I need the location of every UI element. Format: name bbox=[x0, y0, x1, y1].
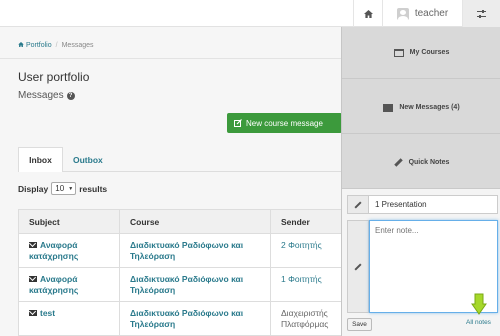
monitor-icon bbox=[393, 48, 404, 57]
top-navbar: teacher bbox=[0, 0, 500, 27]
display-suffix: results bbox=[79, 183, 108, 194]
settings-toggle[interactable] bbox=[462, 0, 500, 27]
panel-my-courses[interactable]: My Courses bbox=[342, 27, 500, 79]
panel-quick-notes[interactable]: Quick Notes bbox=[342, 137, 500, 189]
results-per-page-value: 10 bbox=[55, 184, 65, 193]
breadcrumb-home-label: Portfolio bbox=[25, 42, 52, 49]
tab-inbox[interactable]: Inbox bbox=[18, 147, 63, 172]
caret-down-icon: ▼ bbox=[68, 185, 74, 192]
message-sender[interactable]: 1 Φοιτητής bbox=[270, 267, 342, 302]
note-title-addon bbox=[347, 195, 369, 214]
home-icon bbox=[363, 9, 373, 18]
sliders-icon bbox=[477, 9, 486, 18]
table-row: Αναφορά κατάχρησης Διαδικτυακό Ραδιόφωνο… bbox=[18, 233, 342, 268]
breadcrumb: Portfolio / Messages bbox=[18, 42, 94, 49]
breadcrumb-home[interactable]: Portfolio bbox=[18, 42, 52, 49]
help-icon[interactable]: ? bbox=[66, 91, 75, 100]
panel-quick-notes-label: Quick Notes bbox=[408, 159, 450, 166]
save-note-button[interactable]: Save bbox=[347, 318, 372, 331]
home-button[interactable] bbox=[353, 0, 382, 27]
page-length-control: Display 10 ▼ results bbox=[18, 182, 107, 195]
message-course[interactable]: Διαδικτυακό Ραδιόφωνο και Τηλεόραση bbox=[119, 233, 271, 268]
envelope-icon bbox=[383, 103, 394, 112]
message-subject[interactable]: Αναφορά κατάχρησης bbox=[18, 267, 120, 302]
panel-new-messages[interactable]: New Messages (4) bbox=[342, 82, 500, 134]
column-header-course[interactable]: Course bbox=[119, 209, 271, 234]
results-per-page-select[interactable]: 10 ▼ bbox=[51, 182, 77, 195]
breadcrumb-current: Messages bbox=[61, 42, 94, 49]
edit-icon bbox=[234, 119, 242, 127]
divider bbox=[0, 58, 342, 59]
subtitle-text: Messages bbox=[18, 90, 64, 101]
pencil-icon bbox=[393, 158, 403, 167]
breadcrumb-separator: / bbox=[55, 42, 58, 49]
page-subtitle: Messages ? bbox=[18, 90, 75, 101]
column-header-sender[interactable]: Sender bbox=[270, 209, 342, 234]
note-title-group: 1 Presentation bbox=[347, 195, 498, 214]
display-prefix: Display bbox=[18, 183, 49, 194]
message-sender: Διαχειριστής Πλατφόρμας bbox=[270, 301, 342, 336]
tab-underline bbox=[63, 171, 343, 172]
message-course[interactable]: Διαδικτυακό Ραδιόφωνο και Τηλεόραση bbox=[119, 301, 271, 336]
message-subject[interactable]: test bbox=[18, 301, 120, 336]
page: teacher Portfolio / Messages User portfo… bbox=[0, 0, 500, 336]
avatar bbox=[396, 7, 409, 20]
envelope-icon bbox=[29, 310, 37, 316]
message-sender[interactable]: 2 Φοιτητής bbox=[270, 233, 342, 268]
user-menu[interactable]: teacher bbox=[382, 0, 462, 27]
pencil-icon bbox=[354, 262, 362, 271]
table-row: Αναφορά κατάχρησης Διαδικτυακό Ραδιόφωνο… bbox=[18, 267, 342, 302]
envelope-icon bbox=[29, 242, 37, 248]
messages-table: Subject Course Sender Αναφορά κατάχρησης… bbox=[18, 209, 342, 336]
new-course-message-button[interactable]: New course message bbox=[227, 113, 342, 133]
panel-my-courses-label: My Courses bbox=[409, 49, 450, 56]
envelope-icon bbox=[29, 276, 37, 282]
note-title-input[interactable]: 1 Presentation bbox=[369, 195, 498, 214]
subject-text: test bbox=[40, 308, 56, 318]
new-course-message-label: New course message bbox=[246, 118, 323, 128]
note-body-addon bbox=[347, 220, 369, 313]
page-title: User portfolio bbox=[18, 70, 90, 84]
quick-notes-form: 1 Presentation Save All notes bbox=[342, 189, 500, 336]
column-header-subject[interactable]: Subject bbox=[18, 209, 120, 234]
table-header-row: Subject Course Sender bbox=[18, 209, 342, 234]
side-panel: My Courses New Messages (4) Quick Notes … bbox=[341, 27, 500, 336]
arrow-down-icon bbox=[471, 293, 487, 315]
pencil-icon bbox=[354, 200, 362, 209]
user-name: teacher bbox=[414, 8, 449, 19]
table-row: test Διαδικτυακό Ραδιόφωνο και Τηλεόραση… bbox=[18, 301, 342, 336]
panel-new-messages-label: New Messages (4) bbox=[399, 104, 460, 111]
tab-outbox[interactable]: Outbox bbox=[73, 147, 103, 172]
message-subject[interactable]: Αναφορά κατάχρησης bbox=[18, 233, 120, 268]
message-course[interactable]: Διαδικτυακό Ραδιόφωνο και Τηλεόραση bbox=[119, 267, 271, 302]
home-icon bbox=[18, 42, 24, 47]
all-notes-link[interactable]: All notes bbox=[466, 319, 491, 326]
